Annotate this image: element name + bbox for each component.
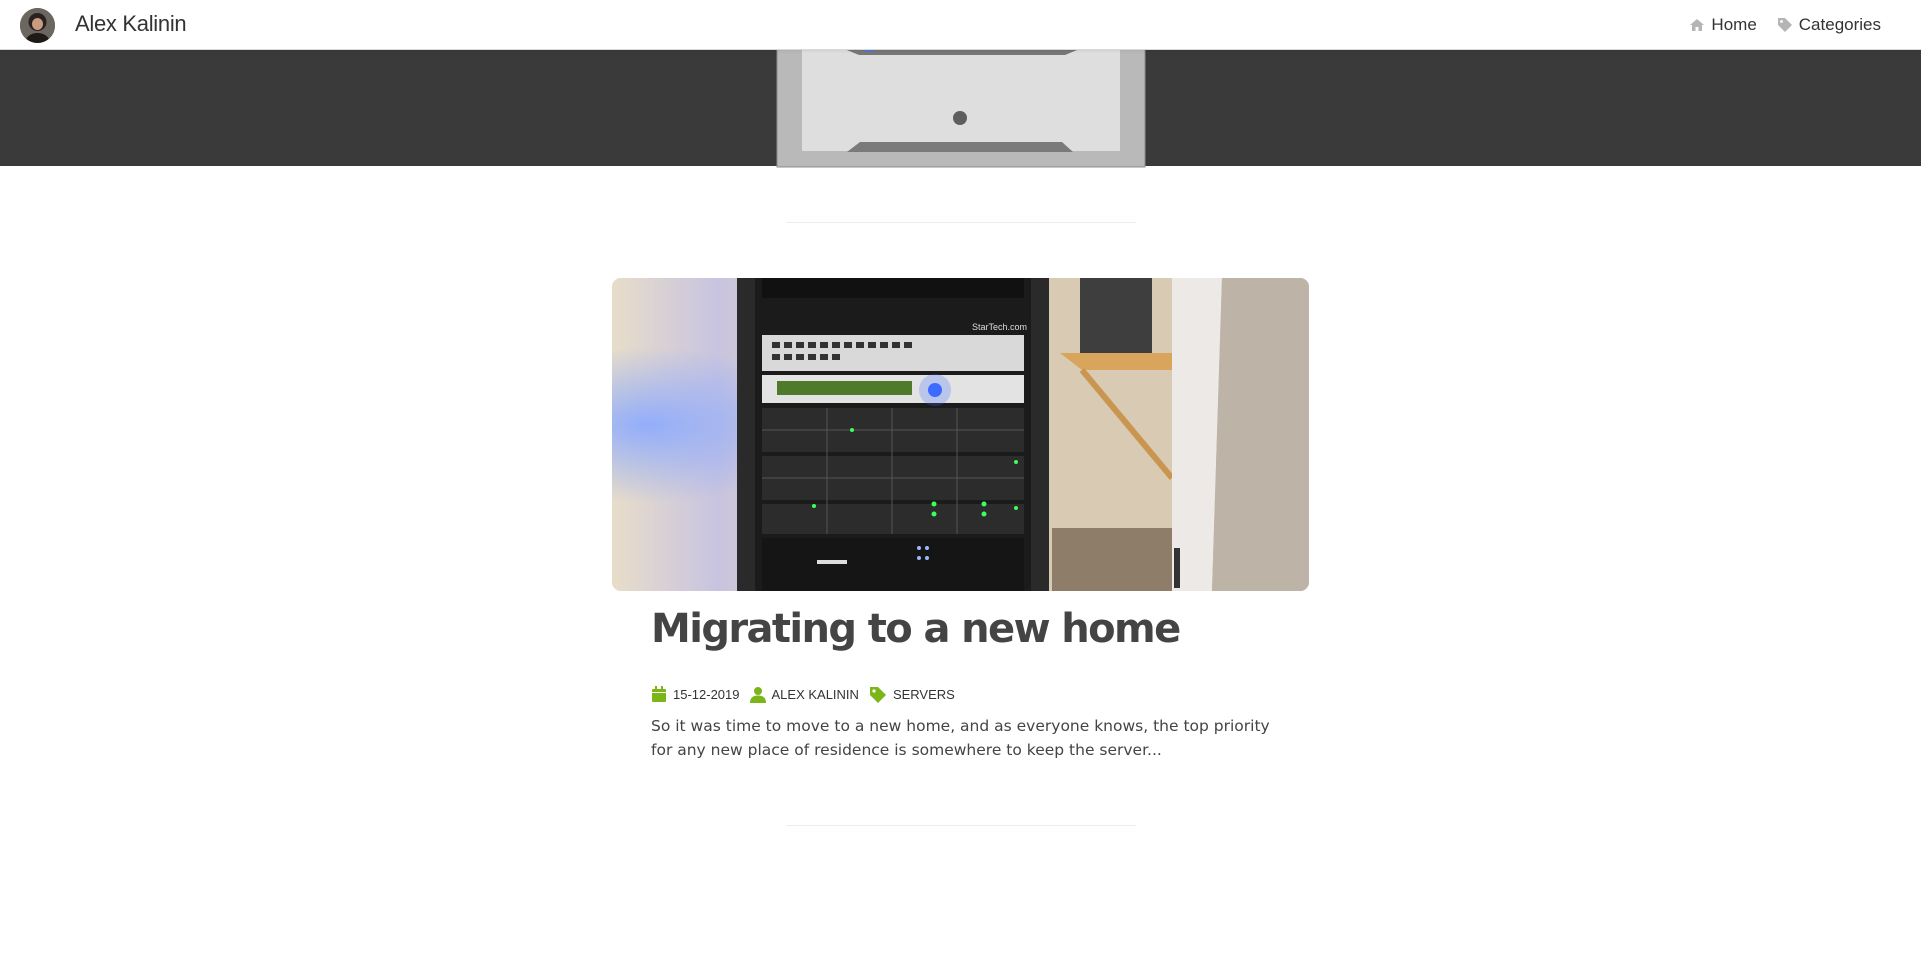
calendar-icon <box>651 686 667 703</box>
post-meta: 15-12-2019 ALEX KALININ SERVERS <box>651 686 957 703</box>
tag-icon <box>869 686 887 703</box>
home-icon <box>1689 18 1705 32</box>
post-category: SERVERS <box>869 686 955 703</box>
post-category-link[interactable]: SERVERS <box>893 687 955 702</box>
rack-brand-label: StarTech.com <box>972 322 1027 332</box>
post-author-link[interactable]: ALEX KALININ <box>772 687 859 702</box>
avatar[interactable] <box>20 8 55 43</box>
post-date: 15-12-2019 <box>651 686 740 703</box>
user-icon <box>749 686 766 703</box>
post-author: ALEX KALININ <box>749 686 859 703</box>
top-navbar: Alex Kalinin Home Categories <box>0 0 1921 50</box>
nav-categories-label: Categories <box>1798 15 1881 34</box>
nav-home-label: Home <box>1711 15 1757 34</box>
divider-top <box>786 222 1136 223</box>
nav-categories-link[interactable]: Categories <box>1777 15 1881 35</box>
hero-device-illustration <box>776 48 1146 168</box>
nav-links: Home Categories <box>1689 15 1881 35</box>
divider-bottom <box>786 825 1136 826</box>
post-excerpt: So it was time to move to a new home, an… <box>651 717 1270 759</box>
post-featured-image[interactable]: StarTech.com <box>612 278 1309 591</box>
post-date-value: 15-12-2019 <box>673 687 740 702</box>
site-brand-link[interactable]: Alex Kalinin <box>75 11 187 37</box>
tag-icon <box>1777 17 1793 33</box>
post-title-link[interactable]: Migrating to a new home <box>651 606 1181 652</box>
nav-home-link[interactable]: Home <box>1689 15 1757 35</box>
hero-banner <box>0 48 1921 168</box>
